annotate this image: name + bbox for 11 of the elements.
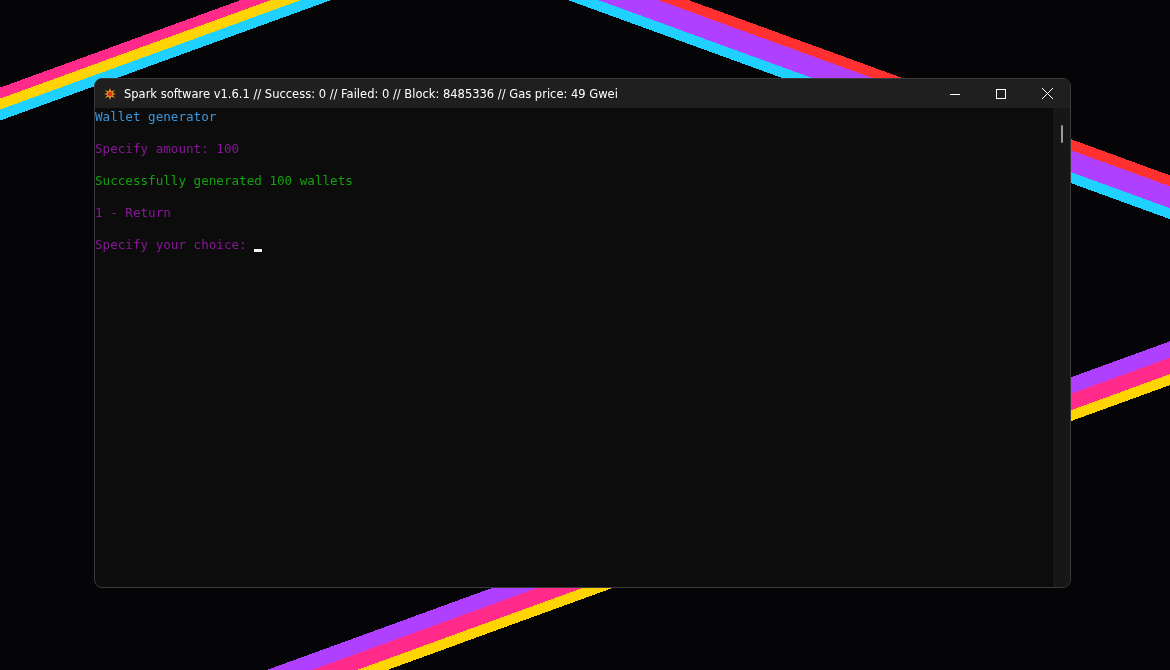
window-title: Spark software v1.6.1 // Success: 0 // Failed: 0 // Block: 8485336 // Gas price: 49 Gwei bbox=[124, 86, 618, 101]
maximize-icon bbox=[996, 88, 1006, 99]
scrollbar-thumb[interactable] bbox=[1060, 125, 1063, 143]
console-line: Specify amount: 100 bbox=[95, 141, 240, 157]
console-line: Specify your choice: bbox=[95, 237, 248, 253]
scrollbar[interactable] bbox=[1053, 108, 1070, 587]
console-line: Wallet generator bbox=[95, 109, 217, 125]
close-icon bbox=[1041, 88, 1053, 99]
spark-icon bbox=[104, 87, 116, 100]
console-line: Successfully generated 100 wallets bbox=[95, 173, 353, 189]
console-line: 1 - Return bbox=[95, 205, 171, 221]
